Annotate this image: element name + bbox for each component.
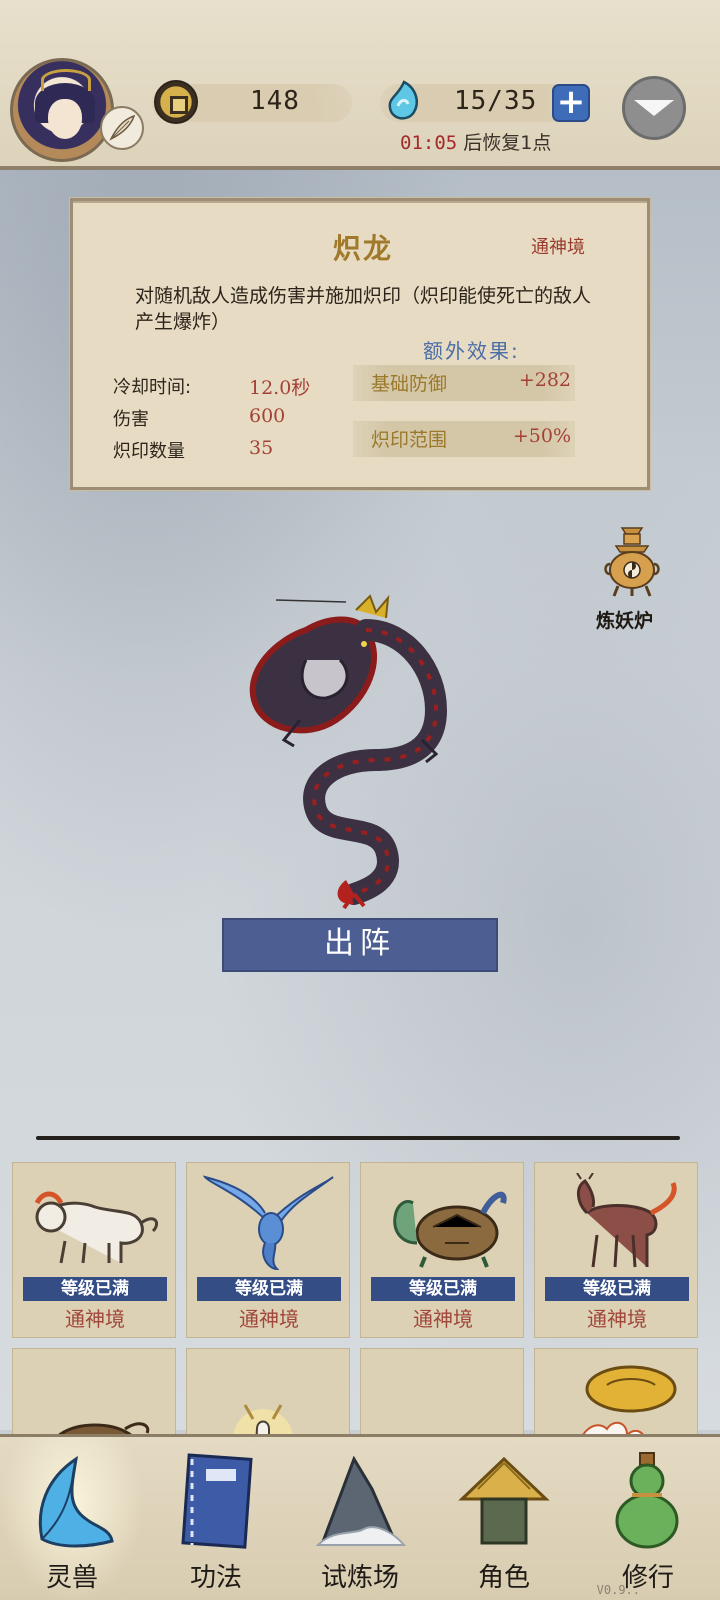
chevron-down-icon [634, 100, 674, 116]
stat-value-cooldown: 12.0秒 [249, 377, 311, 399]
max-level-badge: 等级已满 [23, 1277, 167, 1301]
bonus-value: +282 [518, 369, 571, 391]
nav-label: 灵兽 [45, 1563, 98, 1593]
beast-card-slot[interactable] [186, 1348, 350, 1459]
skill-description: 对随机敌人造成伤害并施加炽印（炽印能使死亡的敌人产生爆炸） [135, 285, 592, 333]
skill-rank: 通神境 [531, 237, 585, 258]
stat-label-cooldown: 冷却时间: [113, 377, 192, 398]
player-avatar[interactable] [10, 58, 114, 162]
stat-value-mark-count: 35 [249, 437, 274, 459]
stat-label-damage: 伤害 [113, 409, 149, 430]
beast-realm: 通神境 [65, 1307, 125, 1331]
beast-realm: 通神境 [413, 1307, 473, 1331]
version-text: V0.9.. [596, 1583, 640, 1597]
max-level-badge: 等级已满 [197, 1277, 341, 1301]
nav-character[interactable]: 角色 [432, 1437, 576, 1600]
nav-label: 功法 [189, 1563, 242, 1593]
skill-card: 炽龙 通神境 对随机敌人造成伤害并施加炽印（炽印能使死亡的敌人产生爆炸） 额外效… [70, 198, 650, 490]
coin-amount: 148 [250, 86, 300, 116]
spirit-counter: 15/35 [380, 80, 580, 122]
beast-card-white-tiger[interactable]: 等级已满 通神境 [12, 1162, 176, 1338]
add-spirit-button[interactable]: + [552, 84, 590, 122]
nav-label: 试炼场 [320, 1563, 399, 1593]
bonus-row-defense: 基础防御 +282 [353, 365, 575, 401]
section-divider [36, 1136, 680, 1140]
spirit-amount: 15/35 [454, 86, 538, 116]
recover-timer: 01:05 后恢复1点 [400, 128, 551, 155]
demon-furnace-icon[interactable] [600, 524, 664, 598]
coin-icon [154, 80, 198, 124]
bonus-label: 基础防御 [371, 373, 448, 395]
white-tiger-icon [34, 1191, 158, 1264]
nav-techniques[interactable]: 功法 [144, 1437, 288, 1600]
beast-realm: 通神境 [239, 1307, 299, 1331]
beast-realm: 通神境 [587, 1307, 647, 1331]
book-icon [181, 1453, 253, 1549]
furnace-label[interactable]: 炼妖炉 [596, 606, 653, 633]
gourd-icon [615, 1452, 679, 1549]
bonus-row-mark-range: 炽印范围 +50% [353, 421, 575, 457]
spirit-drop-icon [388, 80, 418, 120]
max-level-badge: 等级已满 [545, 1277, 689, 1301]
beast-grid: 等级已满 通神境 等级已满 通神境 等级已满 通神境 等级已满 通神境 [12, 1162, 708, 1459]
beast-card-black-tortoise[interactable]: 等级已满 通神境 [360, 1162, 524, 1338]
beast-card-blue-phoenix[interactable]: 等级已满 通神境 [186, 1162, 350, 1338]
recover-text: 后恢复1点 [463, 132, 552, 154]
beast-card-slot[interactable] [360, 1348, 524, 1459]
recover-time: 01:05 [400, 132, 458, 154]
menu-dropdown-button[interactable] [622, 76, 686, 140]
coin-counter: 148 [152, 80, 352, 124]
bonus-value: +50% [512, 425, 571, 447]
max-level-badge: 等级已满 [371, 1277, 515, 1301]
nav-cultivation[interactable]: 修行 [576, 1437, 720, 1600]
bottom-nav: 灵兽 功法 试炼场 角色 修行 V0.9.. [0, 1434, 720, 1600]
beast-card-slot[interactable] [12, 1348, 176, 1459]
extra-effects-title: 额外效果: [423, 339, 520, 363]
beast-card-slot[interactable] [534, 1348, 698, 1459]
bonus-label: 炽印范围 [371, 429, 448, 451]
nav-label: 角色 [477, 1563, 530, 1593]
deploy-button[interactable]: 出阵 [222, 918, 498, 972]
nav-trial-ground[interactable]: 试炼场 [288, 1437, 432, 1600]
straw-hat-icon [458, 1456, 550, 1545]
qilin-icon [576, 1173, 677, 1268]
feather-icon [38, 1455, 114, 1548]
feather-badge-icon[interactable] [100, 106, 144, 150]
top-bar: 148 15/35 + 01:05 后恢复1点 [0, 0, 720, 170]
fire-dragon-image [249, 594, 448, 910]
black-tortoise-icon [393, 1191, 507, 1268]
blue-phoenix-icon [202, 1175, 334, 1271]
nav-spirit-beasts[interactable]: 灵兽 [0, 1437, 144, 1600]
stat-value-damage: 600 [249, 405, 286, 427]
mountain-icon [315, 1455, 406, 1546]
stat-label-mark-count: 炽印数量 [113, 441, 185, 462]
beast-card-qilin[interactable]: 等级已满 通神境 [534, 1162, 698, 1338]
